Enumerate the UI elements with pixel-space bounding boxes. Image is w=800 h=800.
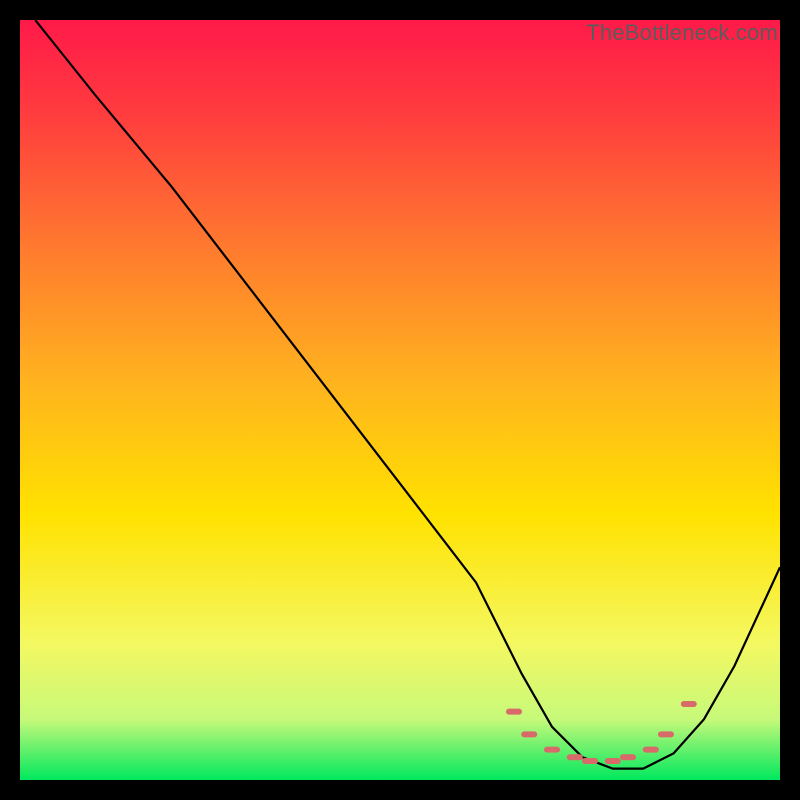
marker-dot — [620, 754, 636, 760]
watermark-text: TheBottleneck.com — [586, 20, 778, 46]
marker-dot — [506, 709, 522, 715]
marker-dot — [567, 754, 583, 760]
marker-dot — [582, 758, 598, 764]
marker-dot — [643, 747, 659, 753]
marker-dot — [521, 731, 537, 737]
marker-dot — [605, 758, 621, 764]
chart-frame: TheBottleneck.com — [20, 20, 780, 780]
gradient-background — [20, 20, 780, 780]
marker-dot — [658, 731, 674, 737]
marker-dot — [681, 701, 697, 707]
marker-dot — [544, 747, 560, 753]
chart-svg — [20, 20, 780, 780]
